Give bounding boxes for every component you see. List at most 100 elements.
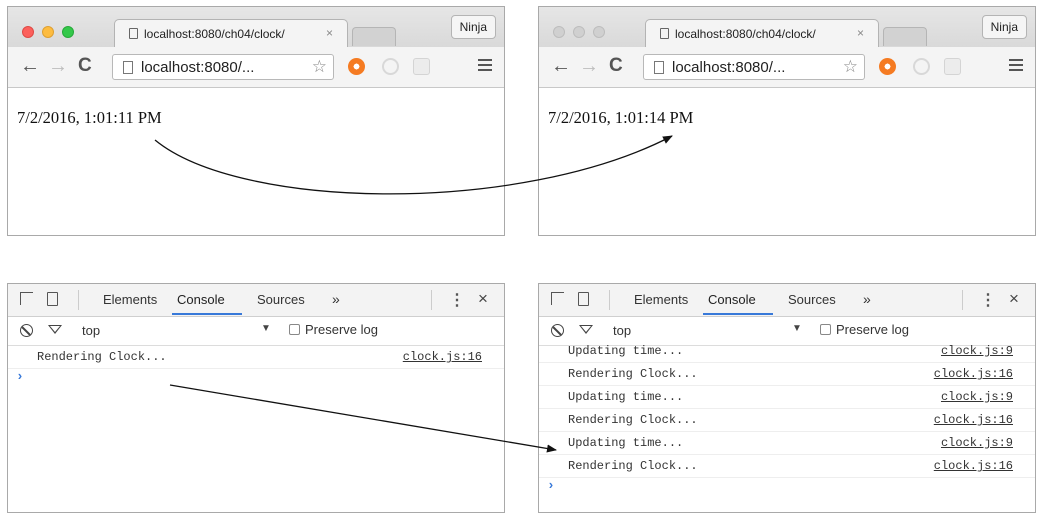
minimize-window-button[interactable] bbox=[573, 26, 585, 38]
page-content: 7/2/2016, 1:01:14 PM bbox=[539, 88, 1035, 235]
console-message-text: Rendering Clock... bbox=[37, 350, 167, 364]
chevron-down-icon[interactable]: ▼ bbox=[261, 323, 271, 334]
zoom-window-button[interactable] bbox=[62, 26, 74, 38]
console-source-link[interactable]: clock.js:16 bbox=[934, 363, 1013, 385]
console-message: Rendering Clock... clock.js:16 bbox=[539, 409, 1035, 432]
reload-icon[interactable]: C bbox=[609, 56, 623, 76]
page-icon bbox=[660, 28, 669, 39]
console-message-text: Rendering Clock... bbox=[568, 459, 698, 473]
console-message: Rendering Clock... clock.js:16 bbox=[539, 363, 1035, 386]
preserve-log-checkbox[interactable] bbox=[820, 324, 831, 335]
extension-icon[interactable] bbox=[944, 58, 961, 75]
tab-console[interactable]: Console bbox=[177, 292, 225, 307]
kebab-menu-icon[interactable]: ⋮ bbox=[980, 290, 996, 310]
device-icon[interactable] bbox=[47, 292, 58, 306]
devtools-tab-bar: Elements Console Sources » ⋮ × bbox=[539, 284, 1035, 317]
new-tab-button[interactable] bbox=[883, 27, 927, 46]
tab-sources[interactable]: Sources bbox=[257, 292, 305, 307]
clear-console-icon[interactable] bbox=[20, 324, 33, 337]
preserve-log-label: Preserve log bbox=[836, 322, 909, 337]
context-selector[interactable]: top bbox=[613, 323, 631, 338]
browser-tab[interactable]: localhost:8080/ch04/clock/ × bbox=[645, 19, 879, 47]
profile-button[interactable]: Ninja bbox=[981, 15, 1027, 39]
address-bar[interactable]: localhost:8080/... ☆ bbox=[643, 54, 865, 80]
tab-close-icon[interactable]: × bbox=[326, 26, 333, 40]
extension-icon[interactable] bbox=[913, 58, 930, 75]
console-source-link[interactable]: clock.js:16 bbox=[934, 455, 1013, 477]
forward-arrow-icon[interactable]: → bbox=[579, 56, 599, 76]
divider bbox=[609, 290, 610, 310]
extension-icon[interactable] bbox=[348, 58, 365, 75]
tab-console[interactable]: Console bbox=[708, 292, 756, 307]
console-source-link[interactable]: clock.js:9 bbox=[941, 386, 1013, 408]
console-prompt[interactable]: › bbox=[539, 478, 1035, 496]
tab-sources[interactable]: Sources bbox=[788, 292, 836, 307]
console-message: Updating time... clock.js:9 bbox=[539, 340, 1035, 363]
close-icon[interactable]: × bbox=[478, 289, 488, 309]
page-content: 7/2/2016, 1:01:11 PM bbox=[8, 88, 504, 235]
preserve-log-checkbox[interactable] bbox=[289, 324, 300, 335]
close-window-button[interactable] bbox=[553, 26, 565, 38]
close-window-button[interactable] bbox=[22, 26, 34, 38]
divider bbox=[78, 290, 79, 310]
device-icon[interactable] bbox=[578, 292, 589, 306]
browser-window-left: localhost:8080/ch04/clock/ × Ninja ← → C… bbox=[7, 6, 505, 236]
more-tabs-icon[interactable]: » bbox=[332, 291, 340, 307]
devtools-panel-right: Elements Console Sources » ⋮ × top ▼ Pre… bbox=[538, 283, 1036, 513]
back-arrow-icon[interactable]: ← bbox=[20, 56, 40, 76]
tab-strip: localhost:8080/ch04/clock/ × Ninja bbox=[8, 7, 504, 47]
more-tabs-icon[interactable]: » bbox=[863, 291, 871, 307]
reload-icon[interactable]: C bbox=[78, 56, 92, 76]
clock-text: 7/2/2016, 1:01:11 PM bbox=[17, 108, 162, 127]
console-message-text: Updating time... bbox=[568, 344, 684, 358]
profile-button[interactable]: Ninja bbox=[450, 15, 496, 39]
kebab-menu-icon[interactable]: ⋮ bbox=[449, 290, 465, 310]
context-selector[interactable]: top bbox=[82, 323, 100, 338]
chevron-down-icon[interactable]: ▼ bbox=[792, 323, 802, 334]
tab-elements[interactable]: Elements bbox=[103, 292, 157, 307]
inspect-icon[interactable] bbox=[20, 292, 33, 305]
extension-icon[interactable] bbox=[879, 58, 896, 75]
inspect-icon[interactable] bbox=[551, 292, 564, 305]
console-source-link[interactable]: clock.js:9 bbox=[941, 432, 1013, 454]
console-output: Rendering Clock... clock.js:16 › bbox=[8, 346, 504, 387]
browser-toolbar: ← → C localhost:8080/... ☆ bbox=[8, 47, 504, 88]
hamburger-menu-icon[interactable] bbox=[478, 59, 492, 74]
browser-toolbar: ← → C localhost:8080/... ☆ bbox=[539, 47, 1035, 88]
back-arrow-icon[interactable]: ← bbox=[551, 56, 571, 76]
address-bar[interactable]: localhost:8080/... ☆ bbox=[112, 54, 334, 80]
filter-icon[interactable] bbox=[48, 325, 62, 334]
preserve-log-toggle[interactable]: Preserve log bbox=[289, 322, 378, 337]
console-message: Rendering Clock... clock.js:16 bbox=[539, 455, 1035, 478]
address-text: localhost:8080/... bbox=[672, 58, 786, 76]
browser-tab[interactable]: localhost:8080/ch04/clock/ × bbox=[114, 19, 348, 47]
console-message: Updating time... clock.js:9 bbox=[539, 432, 1035, 455]
zoom-window-button[interactable] bbox=[593, 26, 605, 38]
preserve-log-label: Preserve log bbox=[305, 322, 378, 337]
extension-icon[interactable] bbox=[413, 58, 430, 75]
clear-console-icon[interactable] bbox=[551, 324, 564, 337]
minimize-window-button[interactable] bbox=[42, 26, 54, 38]
filter-icon[interactable] bbox=[579, 325, 593, 334]
console-source-link[interactable]: clock.js:9 bbox=[941, 340, 1013, 362]
console-message-text: Rendering Clock... bbox=[568, 367, 698, 381]
tab-elements[interactable]: Elements bbox=[634, 292, 688, 307]
preserve-log-toggle[interactable]: Preserve log bbox=[820, 322, 909, 337]
forward-arrow-icon[interactable]: → bbox=[48, 56, 68, 76]
tab-strip: localhost:8080/ch04/clock/ × Ninja bbox=[539, 7, 1035, 47]
extension-icon[interactable] bbox=[382, 58, 399, 75]
console-source-link[interactable]: clock.js:16 bbox=[934, 409, 1013, 431]
console-source-link[interactable]: clock.js:16 bbox=[403, 346, 482, 368]
page-icon bbox=[654, 60, 664, 74]
close-icon[interactable]: × bbox=[1009, 289, 1019, 309]
devtools-tab-bar: Elements Console Sources » ⋮ × bbox=[8, 284, 504, 317]
window-controls bbox=[553, 26, 605, 38]
star-icon[interactable]: ☆ bbox=[843, 57, 858, 77]
new-tab-button[interactable] bbox=[352, 27, 396, 46]
divider bbox=[431, 290, 432, 310]
console-message-text: Rendering Clock... bbox=[568, 413, 698, 427]
hamburger-menu-icon[interactable] bbox=[1009, 59, 1023, 74]
star-icon[interactable]: ☆ bbox=[312, 57, 327, 77]
tab-close-icon[interactable]: × bbox=[857, 26, 864, 40]
console-prompt[interactable]: › bbox=[8, 369, 504, 387]
